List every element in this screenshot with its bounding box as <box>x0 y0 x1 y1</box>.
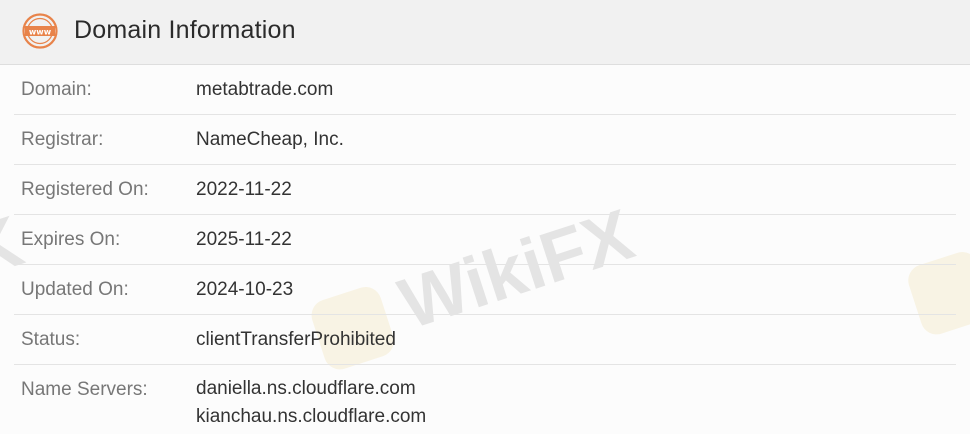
row-value: NameCheap, Inc. <box>196 129 344 150</box>
info-row-status: Status: clientTransferProhibited <box>14 315 956 365</box>
row-label: Registered On: <box>21 179 149 200</box>
info-row-registered-on: Registered On: 2022-11-22 <box>14 165 956 215</box>
info-row-domain: Domain: metabtrade.com <box>14 65 956 115</box>
name-server-list: daniella.ns.cloudflare.com kianchau.ns.c… <box>196 375 426 431</box>
name-server-item: daniella.ns.cloudflare.com <box>196 378 416 399</box>
info-row-updated-on: Updated On: 2024-10-23 <box>14 265 956 315</box>
row-value: metabtrade.com <box>196 79 334 100</box>
row-value: 2024-10-23 <box>196 279 294 300</box>
row-value: 2022-11-22 <box>196 179 292 200</box>
row-label: Updated On: <box>21 279 129 300</box>
domain-info-table: Domain: metabtrade.com Registrar: NameCh… <box>0 65 970 434</box>
info-row-expires-on: Expires On: 2025-11-22 <box>14 215 956 265</box>
info-row-registrar: Registrar: NameCheap, Inc. <box>14 115 956 165</box>
row-value: clientTransferProhibited <box>196 329 396 350</box>
row-label: Name Servers: <box>21 379 148 400</box>
row-label: Expires On: <box>21 229 121 250</box>
row-label: Status: <box>21 329 81 350</box>
row-value: 2025-11-22 <box>196 229 292 250</box>
domain-information-panel: WikiFX K www Domain Information Domain: … <box>0 0 970 434</box>
name-server-item: kianchau.ns.cloudflare.com <box>196 406 427 427</box>
www-icon-text: www <box>29 27 52 36</box>
row-label: Registrar: <box>21 129 104 150</box>
row-label: Domain: <box>21 79 92 100</box>
page-title: Domain Information <box>74 16 296 44</box>
info-row-name-servers: Name Servers: daniella.ns.cloudflare.com… <box>14 365 956 434</box>
panel-header: www Domain Information <box>0 0 970 65</box>
www-globe-icon: www <box>22 13 58 49</box>
